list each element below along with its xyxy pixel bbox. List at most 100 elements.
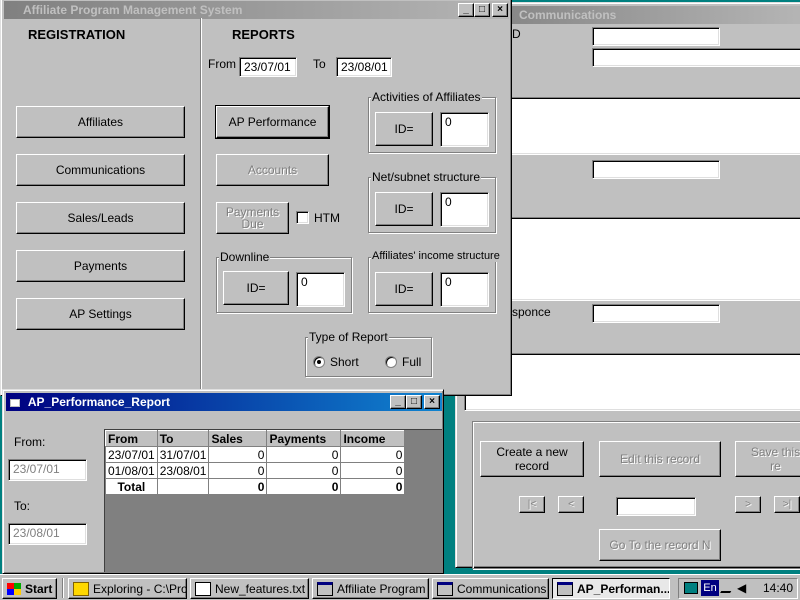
- income-structure-id-button[interactable]: ID=: [375, 272, 433, 306]
- comm-field-3[interactable]: [592, 160, 720, 179]
- maximize-icon[interactable]: □: [474, 3, 490, 17]
- task-ap-performance-label: AP_Performan...: [577, 581, 670, 596]
- ap-settings-button[interactable]: AP Settings: [16, 298, 185, 330]
- table-total-row[interactable]: Total 0 0 0: [105, 478, 406, 495]
- table-row[interactable]: 23/07/01 31/07/01 0 0 0: [105, 446, 406, 463]
- net-structure-id-button[interactable]: ID=: [375, 192, 433, 226]
- payments-button[interactable]: Payments: [16, 250, 185, 282]
- htm-checkbox[interactable]: [296, 211, 309, 224]
- cell-from[interactable]: 01/08/01: [105, 462, 158, 479]
- net-structure-id-input[interactable]: 0: [440, 192, 489, 227]
- next-record-button[interactable]: >: [735, 496, 761, 513]
- network-icon[interactable]: [684, 582, 698, 594]
- report-minimize-icon[interactable]: _: [390, 395, 406, 409]
- start-button[interactable]: Start: [2, 578, 57, 599]
- task-ap-performance[interactable]: AP_Performan...: [552, 578, 670, 599]
- total-income[interactable]: 0: [340, 478, 406, 495]
- task-affiliate-program[interactable]: Affiliate Program ...: [312, 578, 429, 599]
- record-number-field[interactable]: [616, 497, 696, 516]
- main-window: Affiliate Program Management System _ □ …: [0, 0, 512, 396]
- cell-income[interactable]: 0: [340, 446, 406, 463]
- short-radio[interactable]: [313, 356, 325, 368]
- system-tray: En ◀ 14:40: [678, 578, 798, 599]
- cell-payments[interactable]: 0: [266, 462, 342, 479]
- task-communications-label: Communications: [457, 581, 547, 596]
- cell-sales[interactable]: 0: [208, 446, 268, 463]
- short-radio-label: Short: [330, 355, 359, 369]
- activities-id-input[interactable]: 0: [440, 112, 489, 147]
- main-titlebar[interactable]: Affiliate Program Management System _ □ …: [4, 1, 509, 19]
- report-to-label: To:: [14, 499, 31, 513]
- goto-record-button[interactable]: Go To the record N: [599, 529, 721, 561]
- full-radio-label: Full: [402, 355, 422, 369]
- sales-leads-button[interactable]: Sales/Leads: [16, 202, 185, 234]
- save-record-button[interactable]: Save this re: [735, 441, 800, 477]
- col-payments[interactable]: Payments: [266, 430, 342, 447]
- report-maximize-icon[interactable]: □: [406, 395, 422, 409]
- cell-income[interactable]: 0: [340, 462, 406, 479]
- report-close-icon[interactable]: ×: [424, 395, 440, 409]
- minimize-icon[interactable]: _: [458, 3, 474, 17]
- income-structure-id-input[interactable]: 0: [440, 272, 489, 307]
- edit-record-button[interactable]: Edit this record: [599, 441, 721, 477]
- col-income[interactable]: Income: [340, 430, 406, 447]
- task-notepad-label: New_features.txt ...: [215, 581, 309, 596]
- last-record-button[interactable]: >|: [774, 496, 800, 513]
- close-icon[interactable]: ×: [492, 3, 508, 17]
- reports-heading: REPORTS: [232, 27, 295, 42]
- language-indicator[interactable]: En: [701, 580, 719, 596]
- taskbar-separator: [62, 578, 64, 598]
- table-row[interactable]: 01/08/01 23/08/01 0 0 0: [105, 462, 406, 479]
- report-from-input[interactable]: 23/07/01: [8, 459, 87, 481]
- volume-icon[interactable]: ◀: [737, 582, 746, 594]
- from-date-input[interactable]: 23/07/01: [239, 57, 297, 77]
- cell-from[interactable]: 23/07/01: [105, 446, 158, 463]
- report-title: AP_Performance_Report: [27, 395, 170, 409]
- clock[interactable]: 14:40: [763, 581, 793, 595]
- response-field[interactable]: [592, 304, 720, 323]
- col-to[interactable]: To: [156, 430, 210, 447]
- total-sales[interactable]: 0: [208, 478, 268, 495]
- income-structure-label: Affiliates' income structure: [371, 250, 501, 262]
- report-to-input[interactable]: 23/08/01: [8, 523, 87, 545]
- task-exploring[interactable]: Exploring - C:\Proj...: [68, 578, 187, 599]
- cell-payments[interactable]: 0: [266, 446, 342, 463]
- comm-field-2[interactable]: [592, 48, 800, 67]
- col-sales[interactable]: Sales: [208, 430, 268, 447]
- affiliates-button[interactable]: Affiliates: [16, 106, 185, 138]
- downline-id-input[interactable]: 0: [296, 272, 345, 307]
- app-window-icon: [437, 581, 453, 596]
- net-structure-label: Net/subnet structure: [371, 170, 482, 184]
- comm-textarea-3[interactable]: [464, 353, 800, 411]
- total-label[interactable]: Total: [105, 478, 158, 495]
- cell-sales[interactable]: 0: [208, 462, 268, 479]
- report-titlebar[interactable]: AP_Performance_Report _ □ ×: [6, 393, 442, 411]
- htm-label: HTM: [314, 211, 340, 225]
- prev-record-button[interactable]: <: [558, 496, 584, 513]
- cell-to[interactable]: 23/08/01: [156, 462, 210, 479]
- table-header-row: From To Sales Payments Income: [105, 430, 406, 447]
- accounts-button[interactable]: Accounts: [216, 154, 329, 186]
- pen-icon[interactable]: [720, 583, 736, 593]
- comm-textarea-1[interactable]: [464, 97, 800, 155]
- app-window-icon: [557, 581, 573, 596]
- full-radio[interactable]: [385, 356, 397, 368]
- task-notepad[interactable]: New_features.txt ...: [190, 578, 309, 599]
- total-payments[interactable]: 0: [266, 478, 342, 495]
- downline-id-button[interactable]: ID=: [223, 271, 289, 305]
- total-to[interactable]: [156, 478, 210, 495]
- communications-button[interactable]: Communications: [16, 154, 185, 186]
- comm-field-1[interactable]: [592, 27, 720, 46]
- create-record-button[interactable]: Create a new record: [480, 441, 584, 477]
- id-label: D: [512, 27, 521, 41]
- col-from[interactable]: From: [105, 430, 158, 447]
- task-communications[interactable]: Communications: [432, 578, 549, 599]
- comm-textarea-2[interactable]: [464, 217, 800, 301]
- panel-divider: [200, 18, 202, 394]
- first-record-button[interactable]: |<: [519, 496, 545, 513]
- to-date-input[interactable]: 23/08/01: [336, 57, 392, 77]
- activities-id-button[interactable]: ID=: [375, 112, 433, 146]
- ap-performance-button[interactable]: AP Performance: [215, 105, 330, 139]
- payments-due-button[interactable]: Payments Due: [216, 202, 289, 234]
- cell-to[interactable]: 31/07/01: [156, 446, 210, 463]
